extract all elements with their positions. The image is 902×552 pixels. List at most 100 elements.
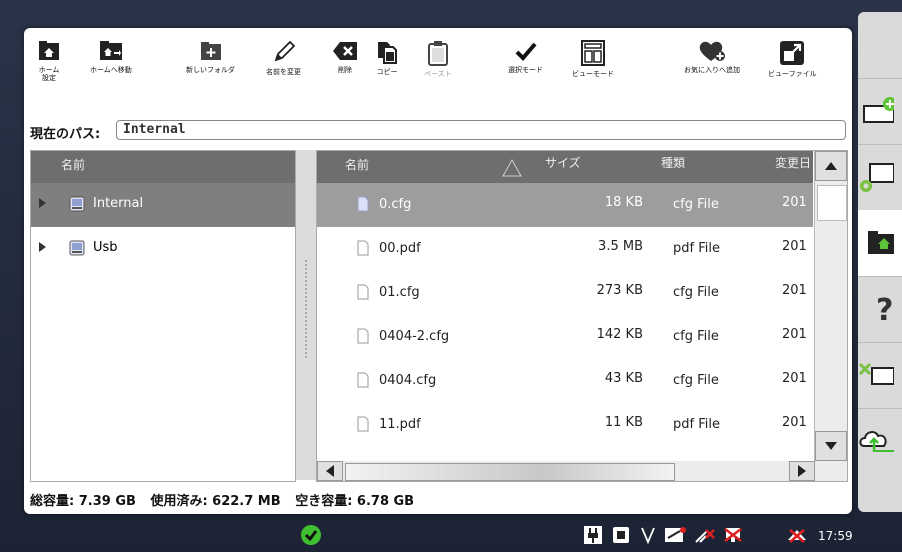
- scroll-down-button[interactable]: [815, 431, 847, 461]
- view-mode-label: ビューモード: [572, 70, 614, 78]
- svg-text:?: ?: [876, 293, 893, 326]
- file-type: cfg File: [673, 329, 719, 344]
- file-row[interactable]: 0404.cfg 43 KB cfg File 201: [317, 359, 813, 403]
- file-name: 0404-2.cfg: [379, 329, 450, 344]
- rail-item-folder-add[interactable]: [858, 78, 902, 145]
- new-folder-label: 新しいフォルダ: [186, 66, 235, 74]
- home-settings-label: ホーム 設定: [38, 66, 60, 82]
- storage-card-icon: [613, 527, 629, 543]
- file-row[interactable]: 00.pdf 3.5 MB pdf File 201: [317, 227, 813, 271]
- copy-label: コピー: [376, 68, 398, 76]
- copy-icon: [378, 42, 397, 64]
- rename-button[interactable]: 名前を変更: [266, 40, 301, 76]
- view-mode-button[interactable]: ビューモード: [572, 40, 614, 78]
- file-type: pdf File: [673, 417, 720, 432]
- storage-status: 総容量: 7.39 GB 使用済み: 622.7 MB 空き容量: 6.78 G…: [30, 490, 424, 509]
- file-row[interactable]: 11.pdf 11 KB pdf File 201: [317, 403, 813, 447]
- new-folder-icon: [200, 42, 221, 60]
- select-mode-button[interactable]: 選択モード: [508, 40, 543, 74]
- add-favorite-button[interactable]: お気に入りへ追加: [684, 40, 740, 74]
- heart-add-icon: [699, 41, 725, 61]
- used-capacity: 使用済み: 622.7 MB: [150, 494, 281, 509]
- tree-item-usb[interactable]: Usb: [31, 227, 295, 271]
- vertical-scroll-thumb[interactable]: [817, 185, 847, 221]
- file-size: 18 KB: [604, 195, 643, 210]
- total-capacity: 総容量: 7.39 GB: [30, 494, 136, 509]
- home-settings-button[interactable]: ホーム 設定: [38, 40, 60, 82]
- v-indicator-icon: [641, 527, 655, 544]
- arrow-up-icon: [825, 162, 837, 170]
- home-settings-icon: [39, 41, 59, 60]
- sort-ascending-icon[interactable]: [502, 159, 522, 177]
- file-name: 0404.cfg: [379, 373, 437, 388]
- file-modified: 201: [782, 371, 807, 386]
- side-rail: ?: [858, 12, 902, 512]
- horizontal-scrollbar[interactable]: [317, 461, 847, 481]
- file-row[interactable]: 0.cfg 18 KB cfg File 201: [317, 183, 813, 227]
- tree-header: 名前: [31, 151, 295, 183]
- help-icon: ?: [876, 293, 893, 326]
- delete-button[interactable]: 削除: [332, 40, 358, 74]
- expand-arrow-icon[interactable]: [39, 198, 46, 208]
- scroll-up-button[interactable]: [815, 151, 847, 181]
- splitter-grip[interactable]: [305, 260, 307, 360]
- alarm-warning-icon: [788, 529, 806, 543]
- rail-item-tools[interactable]: [858, 342, 902, 409]
- column-header-name[interactable]: 名前: [345, 156, 369, 173]
- vertical-scrollbar[interactable]: [814, 151, 847, 461]
- scroll-left-button[interactable]: [317, 461, 343, 481]
- tree-header-name[interactable]: 名前: [61, 156, 85, 173]
- tools-folder-icon: [858, 362, 894, 385]
- tree-item-label: Internal: [93, 196, 144, 211]
- network-error-icon: [665, 527, 686, 542]
- file-list-pane: 名前 サイズ 種類 変更日 0.cfg 18 KB cfg File 201 0…: [316, 150, 848, 482]
- drive-icon: [69, 240, 85, 256]
- file-list-header: 名前 サイズ 種類 変更日: [317, 151, 813, 183]
- rail-item-help[interactable]: ?: [858, 276, 902, 343]
- rail-item-folder-home[interactable]: [858, 210, 902, 277]
- file-icon: [357, 284, 369, 300]
- rail-item-cloud[interactable]: [858, 408, 902, 474]
- current-path-field[interactable]: Internal: [116, 120, 846, 140]
- view-mode-icon: [581, 40, 605, 66]
- expand-arrow-icon[interactable]: [39, 242, 46, 252]
- file-icon: [357, 240, 369, 256]
- file-modified: 201: [782, 195, 807, 210]
- go-home-label: ホームへ移動: [90, 66, 132, 74]
- go-home-button[interactable]: ホームへ移動: [90, 40, 132, 74]
- file-name: 01.cfg: [379, 285, 420, 300]
- rail-item-folder-settings[interactable]: [858, 144, 902, 211]
- select-mode-label: 選択モード: [508, 66, 543, 74]
- file-size: 273 KB: [596, 283, 643, 298]
- horizontal-scroll-thumb[interactable]: [345, 463, 675, 481]
- clipboard-icon: [427, 41, 448, 66]
- add-favorite-label: お気に入りへ追加: [684, 66, 740, 74]
- delete-label: 削除: [338, 66, 352, 74]
- column-header-modified[interactable]: 変更日: [775, 154, 813, 171]
- file-name: 00.pdf: [379, 241, 421, 256]
- rail-item-blank[interactable]: [858, 12, 902, 79]
- file-row[interactable]: 0404-2.cfg 142 KB cfg File 201: [317, 315, 813, 359]
- file-size: 3.5 MB: [598, 239, 643, 254]
- arrow-down-icon: [825, 442, 837, 450]
- paste-button[interactable]: ペースト: [424, 40, 452, 78]
- scroll-right-button[interactable]: [789, 461, 815, 481]
- column-header-size[interactable]: サイズ: [545, 154, 581, 171]
- rename-label: 名前を変更: [266, 68, 301, 76]
- ok-check-icon[interactable]: [300, 524, 322, 546]
- tree-item-label: Usb: [93, 240, 118, 255]
- column-header-type[interactable]: 種類: [661, 154, 685, 171]
- tree-item-internal[interactable]: Internal: [31, 183, 295, 227]
- pane-splitter[interactable]: [296, 150, 316, 480]
- file-name: 0.cfg: [379, 197, 412, 212]
- copy-button[interactable]: コピー: [376, 40, 398, 76]
- pencil-icon: [274, 40, 295, 62]
- clock: 17:59: [818, 529, 853, 543]
- file-row[interactable]: 01.cfg 273 KB cfg File 201: [317, 271, 813, 315]
- folder-settings-icon: [860, 163, 894, 192]
- paste-label: ペースト: [424, 70, 452, 78]
- view-file-button[interactable]: ビューファイル: [768, 40, 817, 78]
- new-folder-button[interactable]: 新しいフォルダ: [186, 40, 235, 74]
- file-icon: [357, 372, 369, 388]
- toolbar: ホーム 設定 ホームへ移動 新しいフォルダ 名前を変更 削除 コピー ペースト …: [24, 28, 852, 116]
